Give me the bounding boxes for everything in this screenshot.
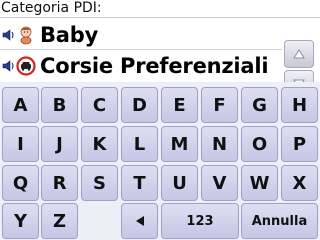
baby-icon [16,25,36,45]
key-k[interactable]: K [81,126,118,162]
key-m[interactable]: M [161,126,198,162]
cancel-button[interactable]: Annulla [241,203,318,239]
key-h[interactable]: H [281,87,318,123]
key-t[interactable]: T [121,165,158,201]
result-label: Baby [40,22,99,47]
backspace-left-arrow-icon [135,216,144,226]
speaker-icon [0,25,16,45]
key-q[interactable]: Q [2,165,39,201]
result-label: Corsie Preferenziali [40,54,269,78]
on-screen-keyboard: A B C D E F G H I J K L M N O P Q R S T … [0,82,320,240]
key-w[interactable]: W [241,165,278,201]
key-s[interactable]: S [81,165,118,201]
key-z[interactable]: Z [41,203,78,239]
key-n[interactable]: N [201,126,238,162]
key-a[interactable]: A [2,87,39,123]
numbers-button[interactable]: 123 [161,203,239,239]
key-e[interactable]: E [161,87,198,123]
key-b[interactable]: B [41,87,78,123]
key-g[interactable]: G [241,87,278,123]
scroll-up-button[interactable] [284,40,314,68]
key-f[interactable]: F [201,87,238,123]
page-title: Categoria PDI: [0,0,320,18]
key-v[interactable]: V [201,165,238,201]
triangle-up-icon [293,49,305,59]
car-pool-lane-icon [16,56,36,76]
key-j[interactable]: J [41,126,78,162]
key-r[interactable]: R [41,165,78,201]
key-c[interactable]: C [81,87,118,123]
result-item-corsie-preferenziali[interactable]: Corsie Preferenziali [0,51,282,81]
key-o[interactable]: O [241,126,278,162]
key-x[interactable]: X [281,165,318,201]
key-y[interactable]: Y [2,203,39,239]
speaker-icon [0,56,16,76]
key-u[interactable]: U [161,165,198,201]
key-p[interactable]: P [281,126,318,162]
key-l[interactable]: L [121,126,158,162]
result-item-baby[interactable]: Baby [0,20,282,50]
backspace-button[interactable] [121,203,158,239]
key-d[interactable]: D [121,87,158,123]
key-i[interactable]: I [2,126,39,162]
search-results-list: Baby Corsie Preferenziali [0,18,320,98]
